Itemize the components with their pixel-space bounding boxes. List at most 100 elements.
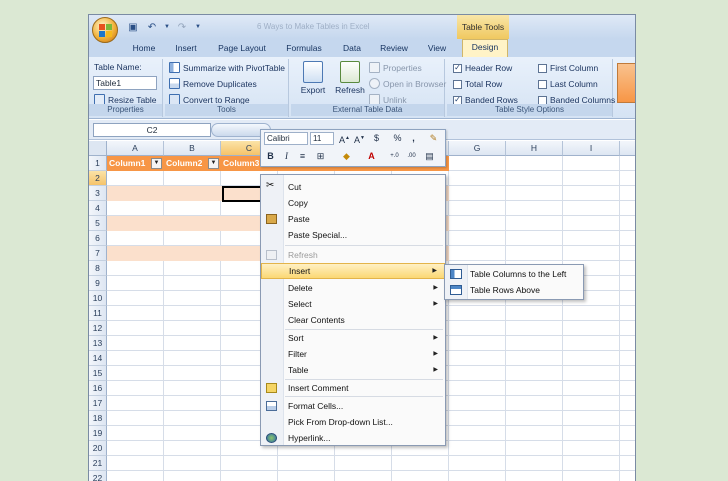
row-header-21[interactable]: 21 (89, 456, 107, 471)
tab-data[interactable]: Data (337, 41, 367, 57)
select-all-corner[interactable] (89, 141, 107, 156)
menu-item-filter[interactable]: Filter ▶ (261, 346, 445, 362)
italic-icon[interactable]: I (280, 150, 293, 163)
shrink-font-icon[interactable]: A▼ (353, 132, 366, 145)
remove-duplicates-button[interactable]: Remove Duplicates (169, 78, 257, 89)
tab-page-layout[interactable]: Page Layout (212, 41, 272, 57)
header-row-option[interactable]: ✓ Header Row (453, 63, 512, 73)
row-header-22[interactable]: 22 (89, 471, 107, 481)
row-header-11[interactable]: 11 (89, 306, 107, 321)
refresh-button[interactable]: Refresh (333, 61, 367, 95)
header-row-checkbox[interactable]: ✓ (453, 63, 462, 73)
grow-font-icon[interactable]: A▲ (338, 132, 351, 145)
row-header-2[interactable]: 2 (89, 171, 107, 186)
customize-qat-icon[interactable]: ▼ (193, 20, 203, 35)
row-header-3[interactable]: 3 (89, 186, 107, 201)
row-header-18[interactable]: 18 (89, 411, 107, 426)
menu-item-copy[interactable]: Copy (261, 195, 445, 211)
column-header-h[interactable]: H (506, 141, 563, 156)
menu-item-sort[interactable]: Sort ▶ (261, 330, 445, 346)
row-header-16[interactable]: 16 (89, 381, 107, 396)
table-styles-gallery[interactable] (617, 63, 635, 103)
column-header-a[interactable]: A (107, 141, 164, 156)
total-row-label: Total Row (465, 79, 503, 89)
font-size-box[interactable]: 11 (310, 132, 334, 145)
row-header-8[interactable]: 8 (89, 261, 107, 276)
table-name-input[interactable]: Table1 (93, 76, 157, 90)
open-in-browser-button[interactable]: Open in Browser (369, 78, 446, 89)
font-color-icon[interactable]: A (365, 150, 378, 163)
summarize-pivottable-button[interactable]: Summarize with PivotTable (169, 62, 285, 73)
fill-color-icon[interactable]: ◆ (340, 150, 353, 163)
row-header-7[interactable]: 7 (89, 246, 107, 261)
group-tools: Summarize with PivotTable Remove Duplica… (165, 59, 289, 117)
borders-icon[interactable]: ⊞ (314, 150, 327, 163)
menu-item-table[interactable]: Table ▶ (261, 362, 445, 378)
menu-item-hyperlink[interactable]: Hyperlink... (261, 430, 445, 446)
row-header-4[interactable]: 4 (89, 201, 107, 216)
submenu-item-columns-left[interactable]: Table Columns to the Left (445, 266, 583, 282)
percent-icon[interactable]: % (391, 132, 404, 145)
column-header-b[interactable]: B (164, 141, 221, 156)
bold-icon[interactable]: B (264, 150, 277, 163)
column-header-i[interactable]: I (563, 141, 620, 156)
total-row-checkbox[interactable] (453, 79, 462, 89)
row-header-17[interactable]: 17 (89, 396, 107, 411)
row-header-10[interactable]: 10 (89, 291, 107, 306)
comment-icon (266, 383, 277, 393)
tab-home[interactable]: Home (125, 41, 163, 57)
tab-design[interactable]: Design (462, 39, 508, 57)
menu-item-paste[interactable]: Paste (261, 211, 445, 227)
name-box[interactable]: C2 (93, 123, 211, 137)
merge-cells-icon[interactable]: ▤ (423, 150, 436, 163)
comma-icon[interactable]: , (407, 132, 420, 145)
row-header-9[interactable]: 9 (89, 276, 107, 291)
column-header-j[interactable]: J (620, 141, 635, 156)
save-icon[interactable]: ▣ (125, 20, 141, 35)
undo-icon[interactable]: ↶ (144, 20, 160, 35)
filter-dropdown-icon[interactable]: ▼ (208, 158, 219, 169)
row-header-15[interactable]: 15 (89, 366, 107, 381)
submenu-item-rows-above[interactable]: Table Rows Above (445, 282, 583, 298)
last-column-checkbox[interactable] (538, 79, 547, 89)
row-header-12[interactable]: 12 (89, 321, 107, 336)
row-header-14[interactable]: 14 (89, 351, 107, 366)
currency-icon[interactable]: $ (370, 132, 383, 145)
increase-decimal-icon[interactable]: +.0 (388, 150, 401, 163)
menu-item-pick-dropdown[interactable]: Pick From Drop-down List... (261, 414, 445, 430)
menu-item-format-cells[interactable]: Format Cells... (261, 398, 445, 414)
menu-item-cut[interactable]: ✂ Cut (261, 179, 445, 195)
menu-item-paste-special[interactable]: Paste Special... (261, 227, 445, 243)
format-painter-icon[interactable]: ✎ (427, 132, 440, 145)
center-icon[interactable]: ≡ (296, 150, 309, 163)
menu-item-select[interactable]: Select ▶ (261, 296, 445, 312)
filter-dropdown-icon[interactable]: ▼ (151, 158, 162, 169)
first-column-checkbox[interactable] (538, 63, 547, 73)
row-header-6[interactable]: 6 (89, 231, 107, 246)
menu-item-insert[interactable]: Insert ▶ (261, 263, 445, 279)
font-name-box[interactable]: Calibri (264, 132, 308, 145)
first-column-option[interactable]: First Column (538, 63, 598, 73)
tab-review[interactable]: Review (375, 41, 413, 57)
row-header-13[interactable]: 13 (89, 336, 107, 351)
row-header-1[interactable]: 1 (89, 156, 107, 171)
properties-button[interactable]: Properties (369, 62, 422, 73)
export-button[interactable]: Export (295, 61, 331, 95)
undo-dropdown-icon[interactable]: ▼ (163, 20, 171, 35)
office-button[interactable] (92, 17, 118, 43)
row-header-19[interactable]: 19 (89, 426, 107, 441)
tab-view[interactable]: View (422, 41, 452, 57)
tab-formulas[interactable]: Formulas (279, 41, 329, 57)
column-header-g[interactable]: G (449, 141, 506, 156)
redo-icon[interactable]: ↷ (174, 20, 190, 35)
row-header-5[interactable]: 5 (89, 216, 107, 231)
row-header-20[interactable]: 20 (89, 441, 107, 456)
total-row-option[interactable]: Total Row (453, 79, 502, 89)
last-column-option[interactable]: Last Column (538, 79, 598, 89)
menu-item-delete[interactable]: Delete ▶ (261, 280, 445, 296)
menu-item-refresh[interactable]: Refresh (261, 247, 445, 263)
menu-item-insert-comment[interactable]: Insert Comment (261, 380, 445, 396)
tab-insert[interactable]: Insert (167, 41, 205, 57)
decrease-decimal-icon[interactable]: .00 (405, 150, 418, 163)
menu-item-clear-contents[interactable]: Clear Contents (261, 312, 445, 328)
